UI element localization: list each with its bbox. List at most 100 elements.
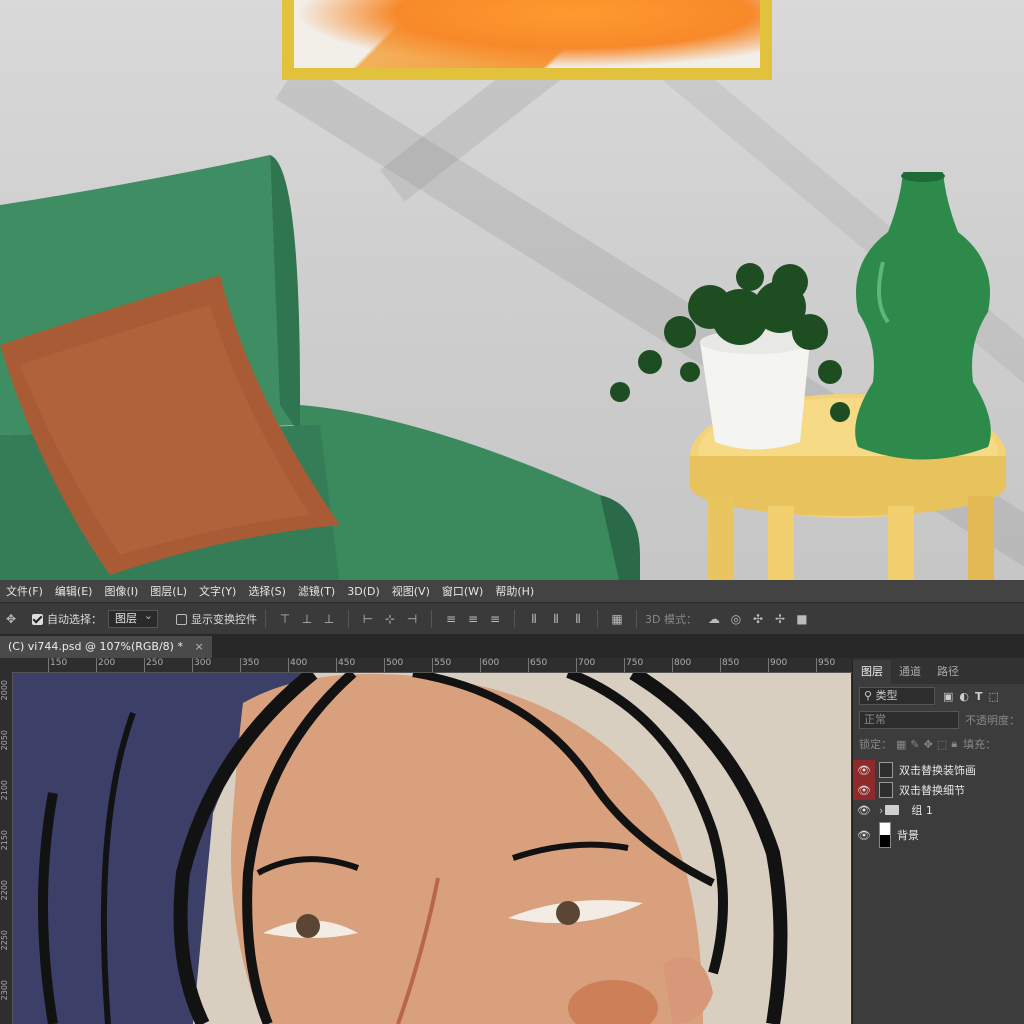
tab-channels[interactable]: 通道: [891, 660, 929, 684]
ruler-label: 2050: [0, 730, 9, 751]
3d-roll-icon[interactable]: ◎: [729, 612, 743, 626]
lock-transparent-icon[interactable]: ▦: [896, 738, 906, 751]
3d-scale-icon[interactable]: ■: [795, 612, 809, 626]
document-tab[interactable]: (C) vi744.psd @ 107%(RGB/8) * ×: [0, 636, 212, 658]
layer-row[interactable]: 👁︎ 双击替换装饰画: [853, 760, 1024, 780]
ruler-label: 650: [530, 658, 548, 668]
3d-slide-icon[interactable]: ✢: [773, 612, 787, 626]
align-left-icon[interactable]: ⊢: [361, 612, 375, 626]
move-tool-icon[interactable]: ✥: [4, 612, 18, 626]
chevron-right-icon[interactable]: ›: [879, 804, 883, 817]
fill-label: 填充：: [963, 738, 997, 751]
ruler-label: 700: [578, 658, 596, 668]
layers-panel: 图层 通道 路径 ⚲ 类型 ▣ ◐ T ⬚ 正常 不透明度： 锁定： ▦ ✎ ✥…: [852, 658, 1024, 1024]
panel-tabs: 图层 通道 路径: [853, 658, 1024, 684]
ruler-label: 250: [146, 658, 164, 668]
menu-bar: 文件(F) 编辑(E) 图像(I) 图层(L) 文字(Y) 选择(S) 滤镜(T…: [0, 580, 1024, 602]
menu-3d[interactable]: 3D(D): [341, 585, 386, 598]
layer-name: 背景: [897, 829, 919, 842]
menu-edit[interactable]: 编辑(E): [49, 583, 99, 599]
document-canvas[interactable]: [13, 673, 851, 1024]
menu-layer[interactable]: 图层(L): [144, 583, 193, 599]
visibility-eye-icon[interactable]: 👁︎: [853, 800, 875, 820]
lock-position-icon[interactable]: ✥: [924, 738, 933, 751]
filter-pixel-icon[interactable]: ▣: [943, 690, 953, 703]
menu-type[interactable]: 文字(Y): [193, 583, 242, 599]
distribute-bottom-icon[interactable]: ≡: [488, 612, 502, 626]
menu-image[interactable]: 图像(I): [98, 583, 144, 599]
lock-artboard-icon[interactable]: ⬚: [937, 738, 947, 751]
visibility-eye-icon[interactable]: 👁︎: [853, 760, 875, 780]
potted-plant: [610, 263, 850, 450]
ruler-label: 400: [290, 658, 308, 668]
filter-type-icon[interactable]: T: [975, 690, 983, 703]
layer-name: 双击替换细节: [899, 784, 965, 797]
photoshop-window: 文件(F) 编辑(E) 图像(I) 图层(L) 文字(Y) 选择(S) 滤镜(T…: [0, 580, 1024, 1024]
align-right-icon[interactable]: ⊣: [405, 612, 419, 626]
ruler-label: 150: [50, 658, 68, 668]
distribute-left-icon[interactable]: ⦀: [527, 612, 541, 626]
tab-paths[interactable]: 路径: [929, 660, 967, 684]
green-vase: [855, 172, 991, 460]
distribute-right-icon[interactable]: ⦀: [571, 612, 585, 626]
layer-filter-dropdown[interactable]: ⚲ 类型: [859, 687, 935, 705]
layer-name: 双击替换装饰画: [899, 764, 976, 777]
show-transform-checkbox[interactable]: [176, 613, 187, 625]
align-hcenter-icon[interactable]: ⊹: [383, 612, 397, 626]
menu-window[interactable]: 窗口(W): [436, 583, 489, 599]
visibility-eye-icon[interactable]: 👁︎: [853, 780, 875, 800]
distribute-hcenter-icon[interactable]: ⦀: [549, 612, 563, 626]
filter-adjustment-icon[interactable]: ◐: [959, 690, 969, 703]
folder-icon: [885, 805, 900, 815]
menu-select[interactable]: 选择(S): [242, 583, 292, 599]
auto-align-icon[interactable]: ▦: [610, 612, 624, 626]
smart-object-thumbnail-icon: [879, 762, 893, 778]
document-tab-title: (C) vi744.psd @ 107%(RGB/8) *: [8, 640, 183, 653]
mode-3d-label: 3D 模式：: [645, 613, 697, 626]
ruler-label: 2250: [0, 930, 9, 951]
auto-select-dropdown[interactable]: 图层: [108, 608, 158, 628]
menu-help[interactable]: 帮助(H): [489, 583, 540, 599]
layer-name: 组 1: [911, 804, 933, 817]
menu-file[interactable]: 文件(F): [0, 583, 49, 599]
tab-layers[interactable]: 图层: [853, 660, 891, 684]
ruler-label: 2000: [0, 680, 9, 701]
filter-shape-icon[interactable]: ⬚: [989, 690, 999, 703]
lock-row: 锁定： ▦ ✎ ✥ ⬚ 🔒︎ 填充：: [853, 732, 1024, 756]
document-tab-bar: (C) vi744.psd @ 107%(RGB/8) * ×: [0, 634, 1024, 658]
align-vcenter-icon[interactable]: ⊥: [300, 612, 314, 626]
background-thumbnail-icon: [879, 822, 891, 848]
blend-mode-value: 正常: [864, 713, 886, 726]
auto-select-checkbox[interactable]: [32, 613, 43, 625]
ruler-label: 850: [722, 658, 740, 668]
room-photo: [0, 0, 1024, 580]
menu-filter[interactable]: 滤镜(T): [292, 583, 341, 599]
ruler-label: 900: [770, 658, 788, 668]
distribute-top-icon[interactable]: ≡: [444, 612, 458, 626]
align-top-icon[interactable]: ⊤: [278, 612, 292, 626]
vertical-ruler: 2000 2050 2100 2150 2200 2250 2300: [0, 672, 13, 1024]
3d-pan-icon[interactable]: ✣: [751, 612, 765, 626]
close-tab-icon[interactable]: ×: [194, 640, 203, 653]
show-transform-label: 显示变换控件: [191, 613, 257, 626]
distribute-vcenter-icon[interactable]: ≡: [466, 612, 480, 626]
auto-select-label: 自动选择：: [47, 613, 102, 626]
opacity-label: 不透明度：: [965, 714, 1020, 727]
layer-row-background[interactable]: 👁︎ 背景: [853, 820, 1024, 850]
ruler-label: 800: [674, 658, 692, 668]
align-bottom-icon[interactable]: ⊥: [322, 612, 336, 626]
ruler-label: 750: [626, 658, 644, 668]
visibility-eye-icon[interactable]: 👁︎: [853, 825, 875, 845]
ruler-label: 550: [434, 658, 452, 668]
blend-row: 正常 不透明度：: [853, 708, 1024, 732]
auto-select-value: 图层: [115, 612, 137, 625]
ruler-label: 950: [818, 658, 836, 668]
menu-view[interactable]: 视图(V): [386, 583, 436, 599]
layer-row[interactable]: 👁︎ 双击替换细节: [853, 780, 1024, 800]
lock-paint-icon[interactable]: ✎: [910, 738, 919, 751]
portrait-illustration: [13, 673, 851, 1024]
layer-group-row[interactable]: 👁︎ › 组 1: [853, 800, 1024, 820]
lock-all-icon[interactable]: 🔒︎: [951, 737, 957, 751]
blend-mode-dropdown[interactable]: 正常: [859, 711, 959, 729]
3d-orbit-icon[interactable]: ☁: [707, 612, 721, 626]
